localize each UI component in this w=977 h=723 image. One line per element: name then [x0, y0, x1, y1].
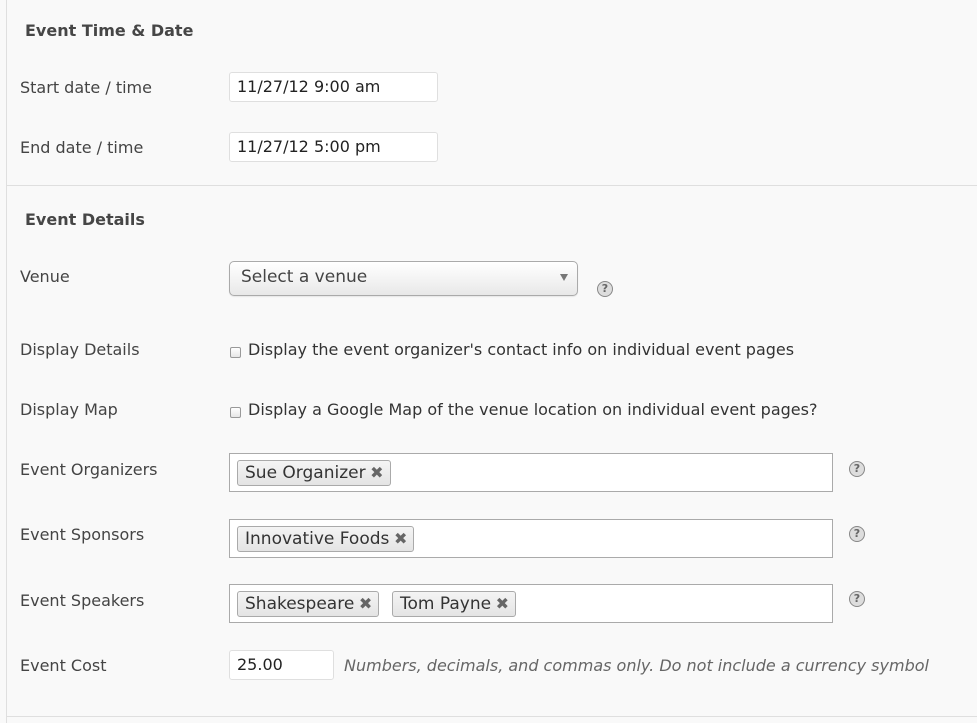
venue-select[interactable]: Select a venue — [229, 261, 578, 296]
organizers-multiselect[interactable]: Sue Organizer ✖ — [229, 453, 833, 492]
venue-help-icon[interactable]: ? — [597, 281, 613, 297]
organizers-label: Event Organizers — [20, 460, 158, 479]
display-details-checkbox[interactable] — [230, 347, 241, 358]
organizer-chip: Sue Organizer ✖ — [237, 460, 391, 486]
sponsor-chip-label: Innovative Foods — [245, 529, 390, 549]
end-date-label: End date / time — [20, 138, 144, 157]
remove-icon[interactable]: ✖ — [359, 592, 372, 616]
remove-icon[interactable]: ✖ — [394, 527, 407, 551]
speaker-chip-label: Tom Payne — [400, 594, 492, 614]
speakers-help-icon[interactable]: ? — [849, 591, 865, 607]
section-divider — [6, 185, 977, 186]
venue-label: Venue — [20, 267, 70, 286]
display-map-text: Display a Google Map of the venue locati… — [248, 400, 818, 419]
remove-icon[interactable]: ✖ — [370, 461, 383, 485]
sponsor-chip: Innovative Foods ✖ — [237, 526, 415, 552]
chevron-down-icon — [560, 274, 568, 281]
speaker-chip: Shakespeare ✖ — [237, 591, 380, 617]
display-map-checkbox[interactable] — [230, 407, 241, 418]
display-details-label: Display Details — [20, 340, 140, 359]
speaker-chip: Tom Payne ✖ — [392, 591, 517, 617]
cost-label: Event Cost — [20, 656, 107, 675]
display-details-text: Display the event organizer's contact in… — [248, 340, 795, 359]
end-date-input[interactable]: 11/27/12 5:00 pm — [229, 132, 438, 162]
organizers-help-icon[interactable]: ? — [849, 461, 865, 477]
speakers-multiselect[interactable]: Shakespeare ✖ Tom Payne ✖ — [229, 584, 833, 623]
details-section-title: Event Details — [25, 210, 145, 229]
cost-input[interactable]: 25.00 — [229, 650, 334, 680]
start-date-label: Start date / time — [20, 78, 152, 97]
start-date-input[interactable]: 11/27/12 9:00 am — [229, 72, 438, 102]
bottom-divider — [6, 716, 977, 717]
display-map-label: Display Map — [20, 400, 118, 419]
organizer-chip-label: Sue Organizer — [245, 463, 366, 483]
remove-icon[interactable]: ✖ — [496, 592, 509, 616]
sponsors-multiselect[interactable]: Innovative Foods ✖ — [229, 519, 833, 558]
time-section-title: Event Time & Date — [25, 21, 194, 40]
sponsors-label: Event Sponsors — [20, 525, 145, 544]
speaker-chip-label: Shakespeare — [245, 594, 355, 614]
sponsors-help-icon[interactable]: ? — [849, 526, 865, 542]
speakers-label: Event Speakers — [20, 591, 145, 610]
cost-hint: Numbers, decimals, and commas only. Do n… — [344, 656, 929, 675]
venue-select-value: Select a venue — [241, 267, 368, 287]
